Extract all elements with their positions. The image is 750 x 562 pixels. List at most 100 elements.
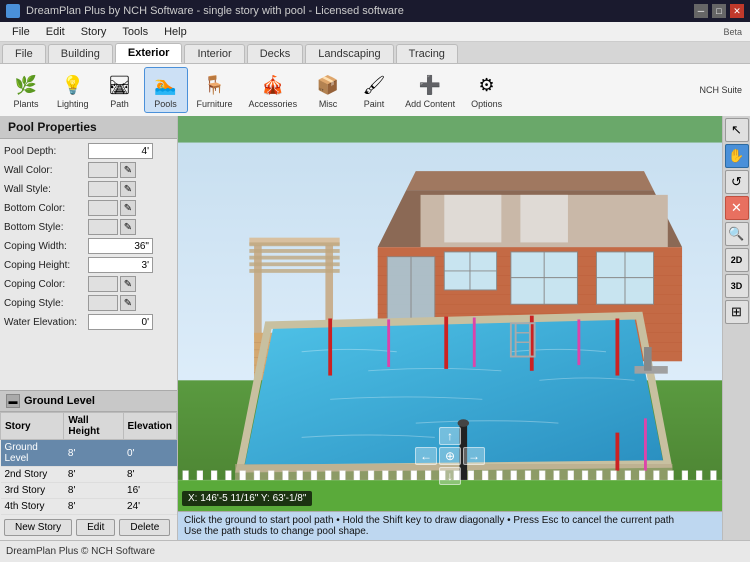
coordinates-text: X: 146'-5 11/16" Y: 63'-1/8" xyxy=(188,493,306,504)
paint-label: Paint xyxy=(364,99,385,109)
row-wall-height: 8' xyxy=(64,483,123,499)
new-story-button[interactable]: New Story xyxy=(4,519,72,536)
rotate-tool-button[interactable]: ↺ xyxy=(725,170,749,194)
bottom-style-swatch[interactable] xyxy=(88,219,118,235)
coping-height-input[interactable] xyxy=(88,257,153,273)
window-title: DreamPlan Plus by NCH Software - single … xyxy=(26,5,404,17)
tool-path[interactable]: 🛤 Path xyxy=(98,67,142,113)
path-label: Path xyxy=(110,99,129,109)
table-row[interactable]: 4th Story 8' 24' xyxy=(1,499,177,515)
viewport[interactable]: ↑ ← ⊕ → ↓ X: 146'-5 11/16" Y: 63'-1/8" C… xyxy=(178,116,722,540)
navigation-arrows: ↑ ← ⊕ → ↓ xyxy=(415,427,485,485)
row-elevation: 24' xyxy=(123,499,176,515)
wall-style-edit-button[interactable]: ✎ xyxy=(120,181,136,197)
accessories-label: Accessories xyxy=(249,99,298,109)
nav-down-button[interactable]: ↓ xyxy=(439,467,461,485)
misc-label: Misc xyxy=(319,99,338,109)
tab-tracing[interactable]: Tracing xyxy=(396,44,458,63)
minimize-button[interactable]: ─ xyxy=(694,4,708,18)
bottom-color-edit-button[interactable]: ✎ xyxy=(120,200,136,216)
delete-story-button[interactable]: Delete xyxy=(119,519,170,536)
bottom-style-edit-button[interactable]: ✎ xyxy=(120,219,136,235)
bottom-color-swatch[interactable] xyxy=(88,200,118,216)
ground-level-header: ▬ Ground Level xyxy=(0,391,177,412)
menu-file[interactable]: File xyxy=(4,24,38,40)
tool-paint[interactable]: 🖌 Paint xyxy=(352,67,396,113)
lighting-icon: 💡 xyxy=(59,71,87,99)
nav-right-button[interactable]: → xyxy=(463,447,485,465)
tab-exterior[interactable]: Exterior xyxy=(115,43,183,63)
pool-properties-form: Pool Depth: Wall Color: ✎ Wall Style: ✎ … xyxy=(0,139,177,390)
pool-depth-input[interactable] xyxy=(88,143,153,159)
tool-add-content[interactable]: ➕ Add Content xyxy=(398,67,462,113)
tab-decks[interactable]: Decks xyxy=(247,44,304,63)
prop-pool-depth: Pool Depth: xyxy=(4,143,173,159)
tool-options[interactable]: ⚙ Options xyxy=(464,67,509,113)
water-elevation-input[interactable] xyxy=(88,314,153,330)
prop-water-elevation: Water Elevation: xyxy=(4,314,173,330)
coping-color-edit-button[interactable]: ✎ xyxy=(120,276,136,292)
hand-tool-button[interactable]: ✋ xyxy=(725,144,749,168)
coping-color-swatch[interactable] xyxy=(88,276,118,292)
tool-misc[interactable]: 📦 Misc xyxy=(306,67,350,113)
wall-color-swatch[interactable] xyxy=(88,162,118,178)
delete-tool-button[interactable]: ✕ xyxy=(725,196,749,220)
tab-building[interactable]: Building xyxy=(48,44,113,63)
add-content-label: Add Content xyxy=(405,99,455,109)
hint-line1: Click the ground to start pool path • Ho… xyxy=(184,515,716,526)
coping-style-edit-button[interactable]: ✎ xyxy=(120,295,136,311)
left-panel: Pool Properties Pool Depth: Wall Color: … xyxy=(0,116,178,540)
coping-style-swatch[interactable] xyxy=(88,295,118,311)
tool-accessories[interactable]: 🎪 Accessories xyxy=(242,67,305,113)
maximize-button[interactable]: □ xyxy=(712,4,726,18)
bottom-style-label: Bottom Style: xyxy=(4,222,86,233)
tab-interior[interactable]: Interior xyxy=(184,44,244,63)
menu-story[interactable]: Story xyxy=(73,24,115,40)
nav-left-button[interactable]: ← xyxy=(415,447,437,465)
menu-edit[interactable]: Edit xyxy=(38,24,73,40)
wall-style-swatch[interactable] xyxy=(88,181,118,197)
hint-line2: Use the path studs to change pool shape. xyxy=(184,526,716,537)
ground-level-title: Ground Level xyxy=(24,395,95,407)
tool-lighting[interactable]: 💡 Lighting xyxy=(50,67,96,113)
prop-bottom-style: Bottom Style: ✎ xyxy=(4,219,173,235)
tab-file[interactable]: File xyxy=(2,44,46,63)
path-icon: 🛤 xyxy=(106,71,134,99)
coping-color-label: Coping Color: xyxy=(4,279,86,290)
nav-up-button[interactable]: ↑ xyxy=(439,427,461,445)
pool-depth-label: Pool Depth: xyxy=(4,146,86,157)
table-row[interactable]: 2nd Story 8' 8' xyxy=(1,467,177,483)
coordinates-bar: X: 146'-5 11/16" Y: 63'-1/8" xyxy=(182,491,312,506)
prop-bottom-color: Bottom Color: ✎ xyxy=(4,200,173,216)
nch-suite-button[interactable]: NCH Suite xyxy=(699,85,742,95)
menu-help[interactable]: Help xyxy=(156,24,195,40)
coping-width-input[interactable] xyxy=(88,238,153,254)
2d-view-button[interactable]: 2D xyxy=(725,248,749,272)
titlebar: DreamPlan Plus by NCH Software - single … xyxy=(0,0,750,22)
add-content-icon: ➕ xyxy=(416,71,444,99)
3d-view-button[interactable]: 3D xyxy=(725,274,749,298)
nav-center-button[interactable]: ⊕ xyxy=(439,447,461,465)
menu-tools[interactable]: Tools xyxy=(114,24,156,40)
col-wall-height: Wall Height xyxy=(64,413,123,440)
tool-pools[interactable]: 🏊 Pools xyxy=(144,67,188,113)
table-row[interactable]: Ground Level 8' 0' xyxy=(1,440,177,467)
collapse-button[interactable]: ▬ xyxy=(6,394,20,408)
table-row[interactable]: 3rd Story 8' 16' xyxy=(1,483,177,499)
ground-level-table: Story Wall Height Elevation Ground Level… xyxy=(0,412,177,515)
close-button[interactable]: ✕ xyxy=(730,4,744,18)
options-icon: ⚙ xyxy=(473,71,501,99)
prop-wall-color: Wall Color: ✎ xyxy=(4,162,173,178)
plants-label: Plants xyxy=(13,99,38,109)
tool-furniture[interactable]: 🪑 Furniture xyxy=(190,67,240,113)
prop-wall-style: Wall Style: ✎ xyxy=(4,181,173,197)
edit-story-button[interactable]: Edit xyxy=(76,519,115,536)
tool-plants[interactable]: 🌿 Plants xyxy=(4,67,48,113)
grid-view-button[interactable]: ⊞ xyxy=(725,300,749,324)
status-text: DreamPlan Plus © NCH Software xyxy=(6,546,155,557)
zoom-tool-button[interactable]: 🔍 xyxy=(725,222,749,246)
wall-color-edit-button[interactable]: ✎ xyxy=(120,162,136,178)
cursor-tool-button[interactable]: ↖ xyxy=(725,118,749,142)
tab-landscaping[interactable]: Landscaping xyxy=(305,44,393,63)
coping-width-label: Coping Width: xyxy=(4,241,86,252)
